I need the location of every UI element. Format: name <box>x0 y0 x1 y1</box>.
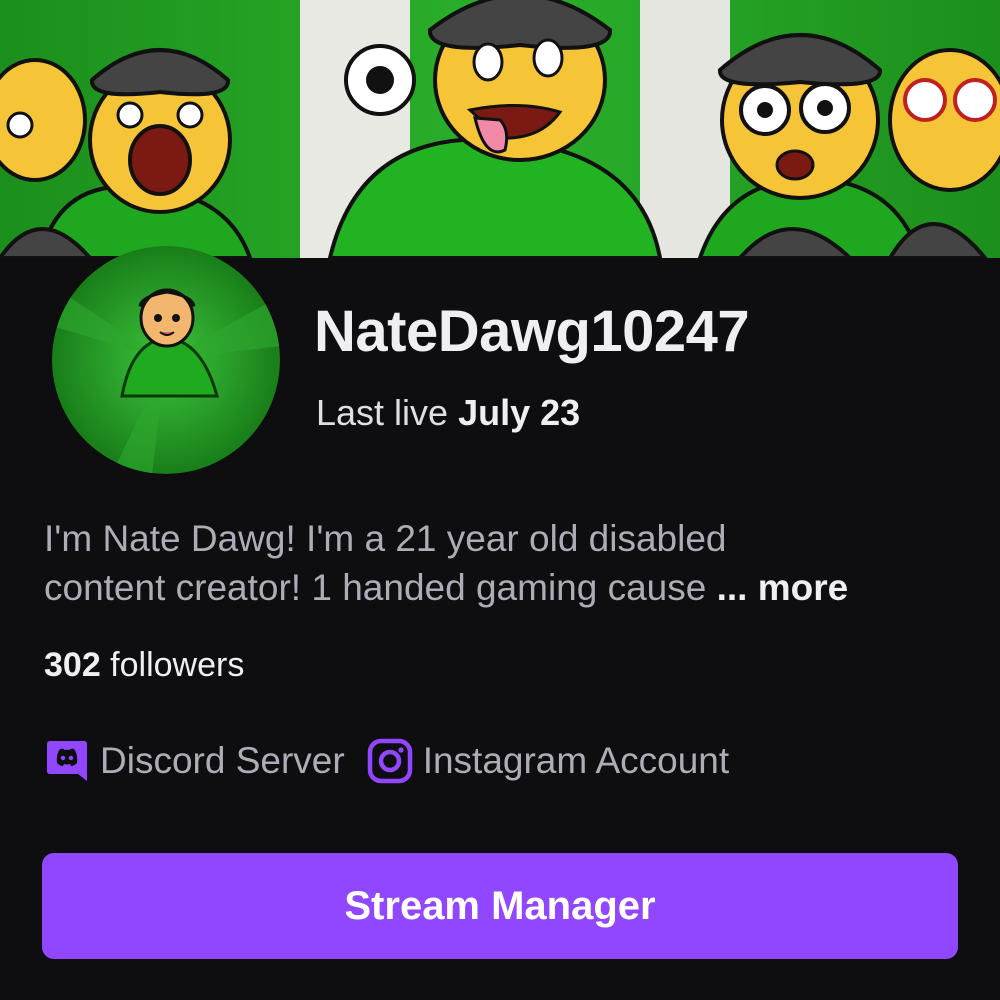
channel-name: NateDawg10247 <box>314 299 750 364</box>
bio-line: I'm Nate Dawg! I'm a 21 year old disable… <box>44 518 727 559</box>
instagram-account-link[interactable]: Instagram Account <box>367 738 729 784</box>
bio-text: content creator! 1 handed gaming cause <box>44 567 707 608</box>
bio-ellipsis: ... <box>706 567 748 608</box>
channel-profile: NateDawg10247 Last live July 23 I'm Nate… <box>0 0 1000 1000</box>
banner-illustration <box>0 0 1000 258</box>
stream-manager-button[interactable]: Stream Manager <box>42 853 958 959</box>
discord-server-label: Discord Server <box>100 740 345 781</box>
discord-icon <box>44 738 90 784</box>
follower-count[interactable]: 302 followers <box>44 646 244 685</box>
channel-banner <box>0 0 1000 258</box>
channel-avatar[interactable] <box>52 246 280 474</box>
last-live-label: Last live <box>316 392 449 433</box>
last-live-status: Last live July 23 <box>316 392 580 434</box>
discord-server-link[interactable]: Discord Server <box>44 738 345 784</box>
social-links: Discord Server Instagram Account <box>44 738 751 784</box>
bio-more-link[interactable]: more <box>747 567 849 608</box>
bio-line: content creator! 1 handed gaming cause .… <box>44 563 964 612</box>
avatar-logo-image <box>52 246 280 474</box>
last-live-date: July 23 <box>458 392 581 433</box>
follower-count-label: followers <box>100 646 245 684</box>
channel-bio: I'm Nate Dawg! I'm a 21 year old disable… <box>44 514 964 612</box>
follower-count-number: 302 <box>44 646 101 684</box>
instagram-icon <box>367 738 413 784</box>
instagram-account-label: Instagram Account <box>422 740 730 781</box>
